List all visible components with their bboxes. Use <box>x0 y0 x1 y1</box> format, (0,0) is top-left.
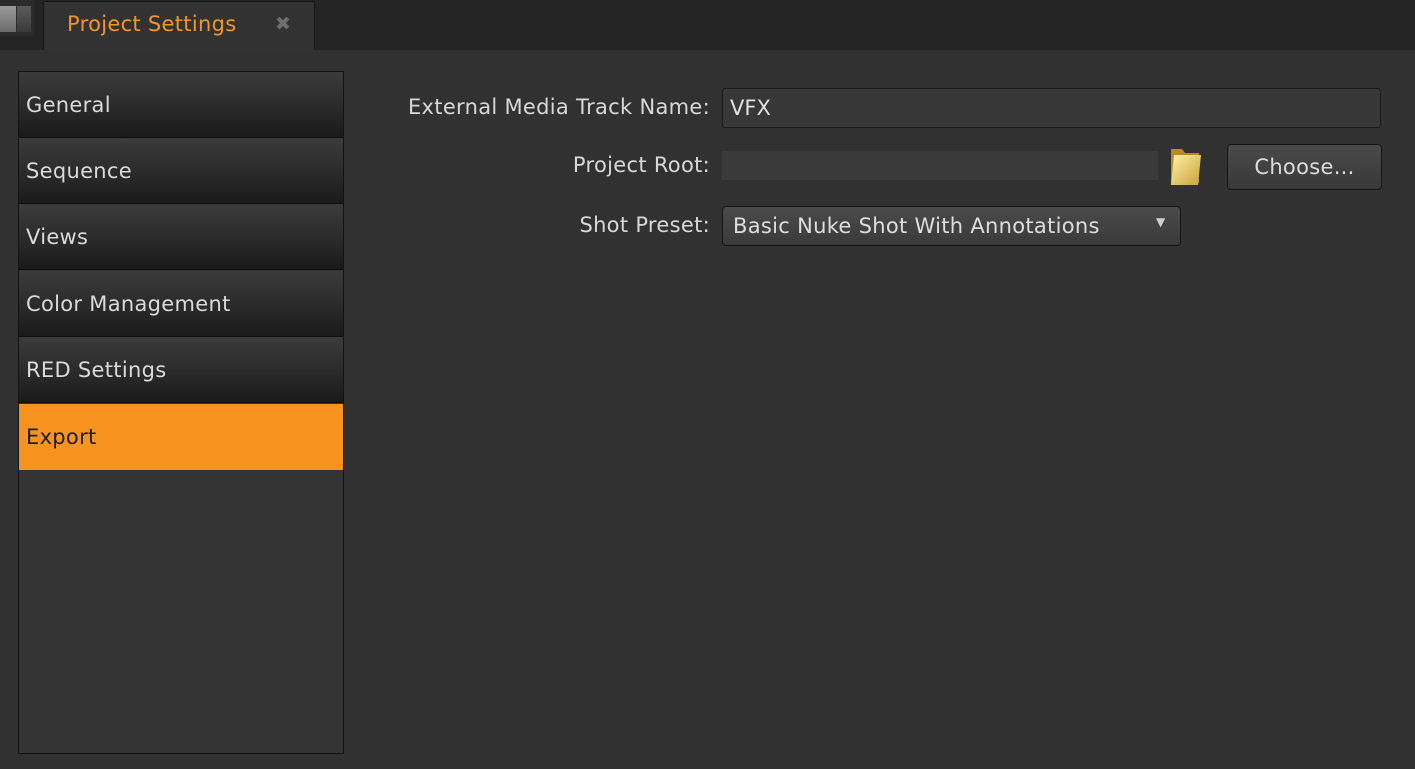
shot-preset-label: Shot Preset: <box>579 213 710 237</box>
pane-handle-square-icon <box>17 6 31 32</box>
sidebar-item-color-management[interactable]: Color Management <box>19 271 343 337</box>
chevron-down-icon: ▼ <box>1156 215 1166 229</box>
sidebar-item-label: Export <box>26 425 97 449</box>
sidebar-item-views[interactable]: Views <box>19 204 343 270</box>
sidebar-item-red-settings[interactable]: RED Settings <box>19 337 343 403</box>
project-root-label: Project Root: <box>572 153 710 177</box>
track-name-label: External Media Track Name: <box>407 95 710 119</box>
shot-preset-dropdown[interactable]: Basic Nuke Shot With Annotations ▼ <box>722 206 1181 246</box>
settings-sidebar: General Sequence Views Color Management … <box>18 71 344 754</box>
shot-preset-value: Basic Nuke Shot With Annotations <box>733 214 1100 238</box>
tab-title: Project Settings <box>67 12 237 36</box>
track-name-input[interactable] <box>722 88 1381 128</box>
sidebar-item-general[interactable]: General <box>19 72 343 138</box>
project-root-input[interactable] <box>722 151 1158 180</box>
sidebar-item-label: RED Settings <box>26 358 167 382</box>
sidebar-item-label: Views <box>26 225 89 249</box>
tab-project-settings[interactable]: Project Settings ✖ <box>43 1 315 50</box>
sidebar-item-label: Color Management <box>26 292 231 316</box>
tab-bar: Project Settings ✖ <box>0 0 1415 50</box>
sidebar-item-label: General <box>26 93 111 117</box>
sidebar-item-export[interactable]: Export <box>19 404 343 470</box>
pane-menu-handle[interactable] <box>0 0 34 36</box>
close-icon[interactable]: ✖ <box>275 13 291 35</box>
choose-button[interactable]: Choose... <box>1227 144 1382 190</box>
sidebar-item-label: Sequence <box>26 159 132 183</box>
pane-handle-square-icon <box>0 6 16 32</box>
sidebar-item-sequence[interactable]: Sequence <box>19 138 343 204</box>
folder-icon[interactable] <box>1168 145 1204 187</box>
